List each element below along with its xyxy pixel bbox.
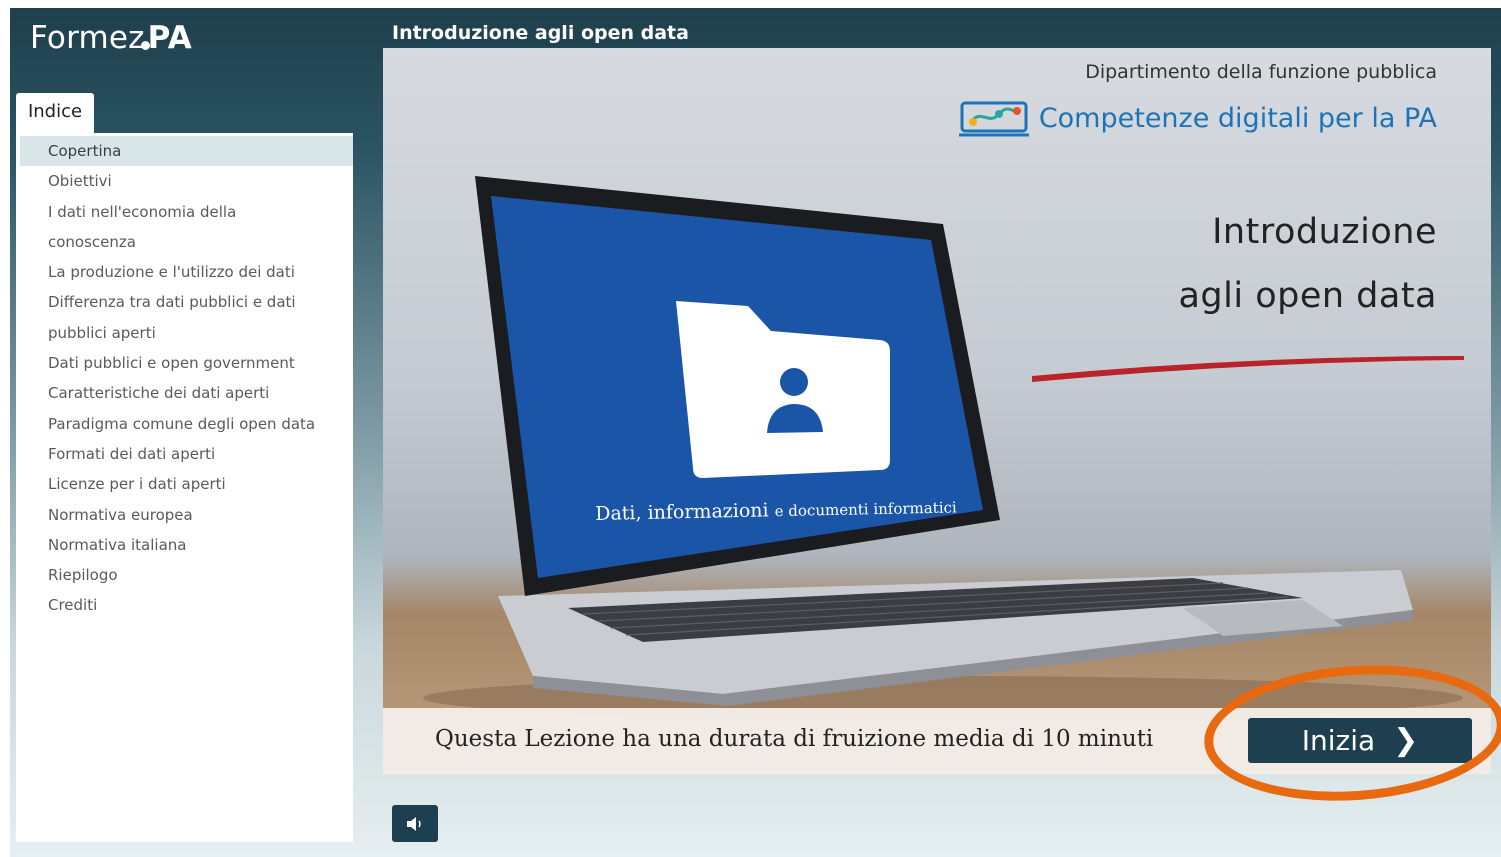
brand-title: Competenze digitali per la PA — [1038, 102, 1437, 134]
start-button[interactable]: Inizia ❯ — [1248, 718, 1472, 763]
duration-notice: Questa Lezione ha una durata di fruizion… — [435, 726, 1154, 752]
logo-suffix: PA — [147, 20, 192, 56]
index-item-dati-economia[interactable]: I dati nell'economia della — [16, 197, 353, 227]
audio-toggle-button[interactable] — [392, 805, 438, 842]
digital-skills-icon — [958, 101, 1029, 137]
chevron-right-icon: ❯ — [1393, 723, 1419, 758]
tab-indice[interactable]: Indice — [16, 93, 94, 133]
index-item-paradigma[interactable]: Paradigma comune degli open data — [16, 409, 353, 439]
slide-title: Introduzione agli open data — [1178, 200, 1437, 328]
slide-bottom-bar: Questa Lezione ha una durata di fruizion… — [383, 708, 1491, 774]
index-item-licenze[interactable]: Licenze per i dati aperti — [16, 469, 353, 499]
index-list: Copertina Obiettivi I dati nell'economia… — [16, 133, 353, 621]
index-item-open-government[interactable]: Dati pubblici e open government — [16, 348, 353, 378]
index-item-produzione-utilizzo[interactable]: La produzione e l'utilizzo dei dati — [16, 257, 353, 287]
red-brush-stroke — [1032, 356, 1464, 382]
index-item-normativa-italiana[interactable]: Normativa italiana — [16, 530, 353, 560]
slide-title-line2: agli open data — [1178, 276, 1437, 316]
index-item-dati-economia-cont[interactable]: conoscenza — [16, 227, 353, 257]
index-item-formati[interactable]: Formati dei dati aperti — [16, 439, 353, 469]
logo-prefix: Formez — [30, 20, 145, 56]
department-label: Dipartimento della funzione pubblica — [1085, 61, 1437, 83]
slide-cover: Dati, informazioni e documenti informati… — [383, 48, 1491, 774]
index-item-differenza-cont[interactable]: pubblici aperti — [16, 318, 353, 348]
index-item-obiettivi[interactable]: Obiettivi — [16, 166, 353, 196]
index-panel: Copertina Obiettivi I dati nell'economia… — [16, 133, 353, 842]
index-item-copertina[interactable]: Copertina — [20, 136, 353, 167]
screen-caption-small: e documenti informatici — [774, 498, 957, 521]
index-item-normativa-europea[interactable]: Normativa europea — [16, 500, 353, 530]
index-item-caratteristiche[interactable]: Caratteristiche dei dati aperti — [16, 378, 353, 408]
index-item-crediti[interactable]: Crediti — [16, 590, 353, 620]
brand-header: Competenze digitali per la PA — [958, 98, 1437, 138]
start-button-label: Inizia — [1301, 724, 1376, 757]
speaker-icon — [407, 816, 421, 831]
slide-title-line1: Introduzione — [1212, 212, 1437, 252]
index-item-riepilogo[interactable]: Riepilogo — [16, 560, 353, 590]
formez-pa-logo: FormezPA — [30, 20, 192, 56]
laptop-illustration — [423, 176, 1463, 720]
screen-caption-main: Dati, informazioni — [595, 499, 775, 525]
index-item-differenza[interactable]: Differenza tra dati pubblici e dati — [16, 287, 353, 317]
course-title: Introduzione agli open data — [392, 22, 689, 44]
